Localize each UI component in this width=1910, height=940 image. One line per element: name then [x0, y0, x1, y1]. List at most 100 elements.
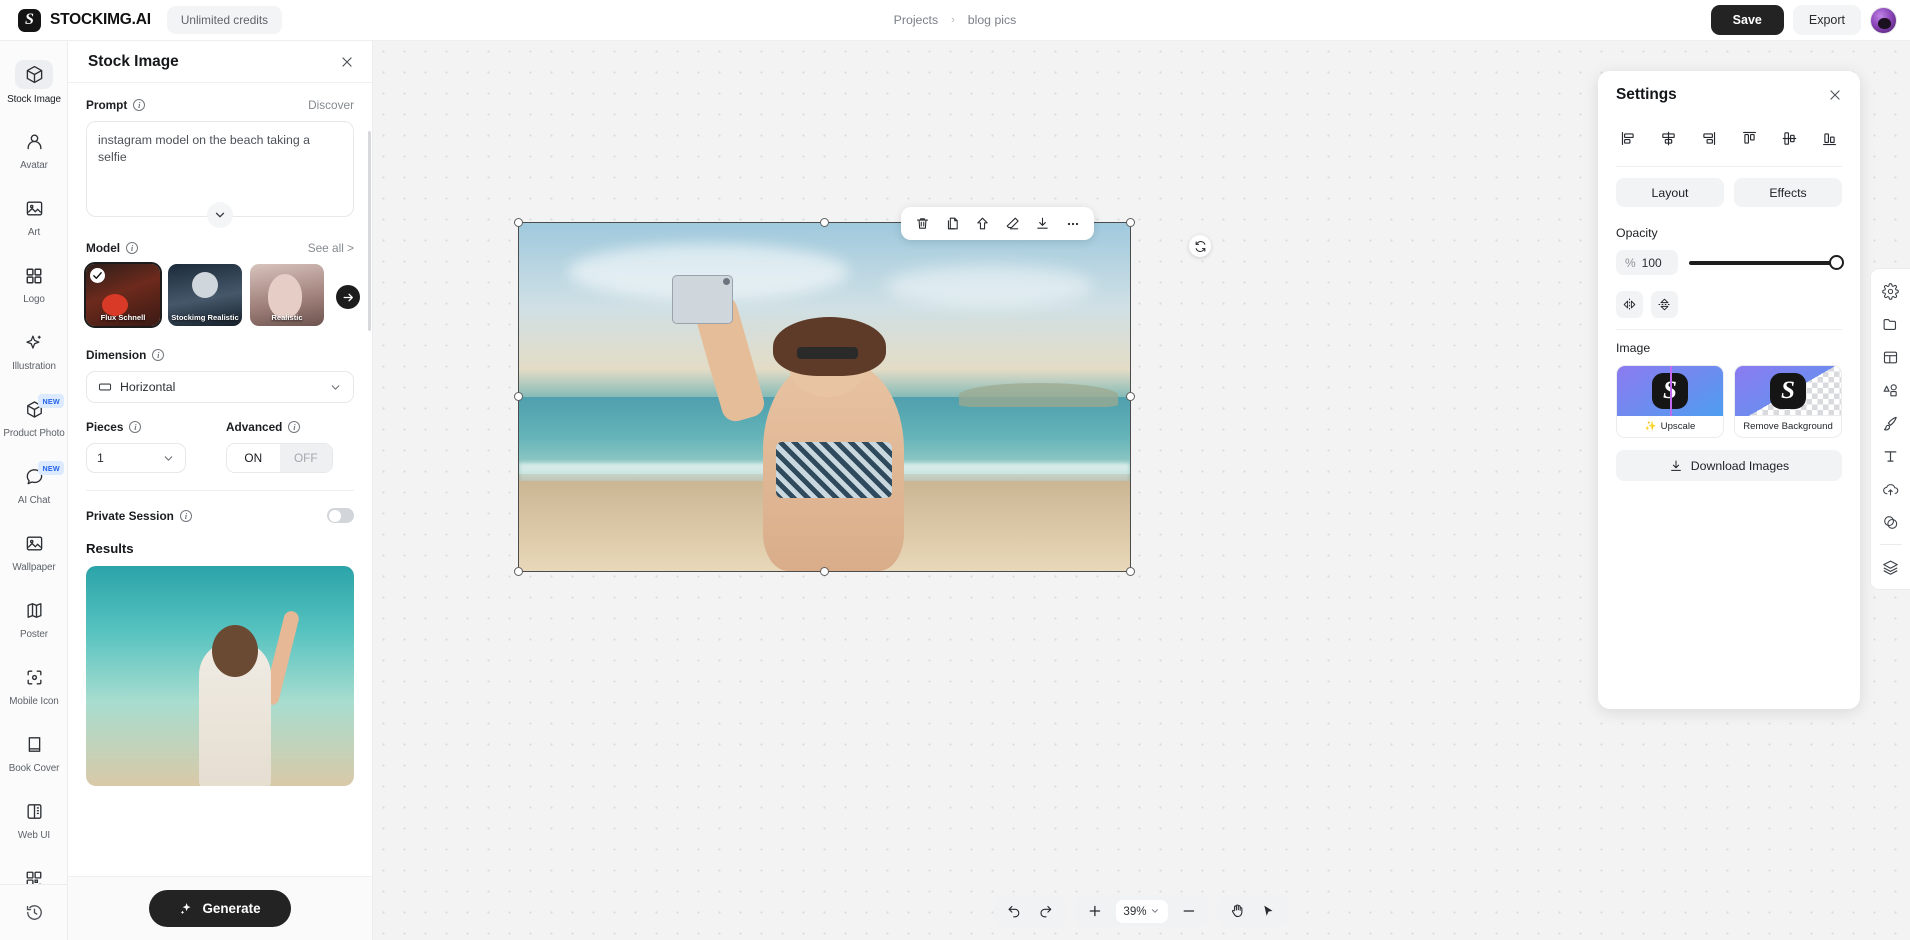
layout-tool-button[interactable] — [1876, 342, 1906, 372]
delete-button[interactable] — [909, 210, 936, 237]
brush-tool-button[interactable] — [1876, 408, 1906, 438]
prompt-input[interactable]: instagram model on the beach taking a se… — [86, 121, 354, 228]
zoom-level-dropdown[interactable]: 39% — [1115, 899, 1168, 923]
settings-tool-button[interactable] — [1876, 276, 1906, 306]
redo-icon — [1038, 904, 1053, 919]
advanced-off-option[interactable]: OFF — [279, 444, 332, 472]
rotate-handle[interactable] — [1189, 235, 1211, 257]
save-button[interactable]: Save — [1710, 5, 1784, 35]
align-center-horizontal-button[interactable] — [1656, 126, 1680, 150]
align-top-button[interactable] — [1737, 126, 1761, 150]
close-icon[interactable] — [340, 55, 354, 69]
top-bar: S STOCKIMG.AI Unlimited credits Projects… — [0, 0, 1910, 41]
sidebar-item-book-cover[interactable]: Book Cover — [0, 719, 67, 786]
discover-link[interactable]: Discover — [308, 98, 354, 112]
sidebar-item-poster[interactable]: Poster — [0, 585, 67, 652]
sidebar-item-avatar[interactable]: Avatar — [0, 116, 67, 183]
image-art — [775, 442, 892, 498]
private-session-toggle[interactable] — [327, 508, 354, 523]
model-card-realistic[interactable]: Realistic — [250, 264, 324, 326]
panel-scrollbar[interactable] — [368, 131, 371, 331]
pieces-advanced-row: Pieces i 1 Advanced i ON OFF — [86, 420, 354, 473]
gear-icon — [1882, 282, 1899, 300]
remove-background-card[interactable]: S Remove Background — [1734, 365, 1842, 438]
model-card-flux-schnell[interactable]: Flux Schnell — [84, 262, 162, 328]
breadcrumb-current[interactable]: blog pics — [968, 13, 1017, 27]
resize-handle-bottom-right[interactable] — [1126, 567, 1135, 576]
see-all-models-link[interactable]: See all > — [308, 241, 354, 255]
flip-vertical-button[interactable] — [1651, 291, 1678, 318]
sidebar-item-art[interactable]: Art — [0, 183, 67, 250]
resize-handle-middle-left[interactable] — [514, 392, 523, 401]
info-icon[interactable]: i — [288, 421, 301, 433]
zoom-out-button[interactable] — [1175, 898, 1203, 924]
download-button[interactable] — [1029, 210, 1056, 237]
folder-tool-button[interactable] — [1876, 309, 1906, 339]
download-icon — [1669, 459, 1683, 473]
history-button[interactable] — [0, 884, 67, 940]
dimension-select[interactable]: Horizontal — [86, 371, 354, 403]
opacity-input[interactable]: % 100 — [1616, 250, 1678, 275]
sidebar-item-wallpaper[interactable]: Wallpaper — [0, 518, 67, 585]
align-right-button[interactable] — [1697, 126, 1721, 150]
resize-handle-top-center[interactable] — [819, 218, 829, 227]
opacity-slider[interactable] — [1689, 254, 1844, 272]
text-tool-button[interactable] — [1876, 441, 1906, 471]
resize-handle-top-left[interactable] — [514, 218, 523, 227]
info-icon[interactable]: i — [152, 349, 165, 361]
shapes-tool-button[interactable] — [1876, 375, 1906, 405]
sidebar-item-ai-chat[interactable]: NEW AI Chat — [0, 451, 67, 518]
tab-effects[interactable]: Effects — [1734, 178, 1842, 207]
expand-prompt-button[interactable] — [207, 202, 233, 228]
pieces-select[interactable]: 1 — [86, 443, 186, 473]
advanced-on-option[interactable]: ON — [227, 444, 280, 472]
resize-handle-bottom-left[interactable] — [514, 567, 523, 576]
image-icon — [17, 531, 51, 557]
download-images-button[interactable]: Download Images — [1616, 450, 1842, 481]
align-left-button[interactable] — [1616, 126, 1640, 150]
stickers-tool-button[interactable] — [1876, 507, 1906, 537]
opacity-control: % 100 — [1616, 250, 1844, 275]
undo-button[interactable] — [1000, 898, 1028, 924]
flip-horizontal-button[interactable] — [1616, 291, 1643, 318]
sidebar-item-product-photo[interactable]: NEW Product Photo — [0, 384, 67, 451]
sidebar-item-illustration[interactable]: Illustration — [0, 317, 67, 384]
redo-button[interactable] — [1031, 898, 1059, 924]
layers-tool-button[interactable] — [1876, 552, 1906, 582]
upload-tool-button[interactable] — [1876, 474, 1906, 504]
sidebar-item-mobile-icon[interactable]: Mobile Icon — [0, 652, 67, 719]
resize-handle-top-right[interactable] — [1126, 218, 1135, 227]
brand-logo[interactable]: S STOCKIMG.AI — [18, 8, 151, 32]
arrow-right-icon[interactable] — [336, 285, 360, 309]
credits-badge[interactable]: Unlimited credits — [166, 6, 283, 34]
upscale-card[interactable]: S ✨ Upscale — [1616, 365, 1724, 438]
export-button[interactable]: Export — [1792, 5, 1861, 35]
tab-layout[interactable]: Layout — [1616, 178, 1724, 207]
close-icon[interactable] — [1828, 88, 1842, 102]
generate-button[interactable]: Generate — [149, 890, 291, 927]
align-middle-vertical-button[interactable] — [1778, 126, 1802, 150]
more-options-button[interactable] — [1059, 210, 1086, 237]
avatar[interactable] — [1870, 6, 1897, 34]
slider-knob[interactable] — [1829, 254, 1844, 270]
align-bottom-button[interactable] — [1818, 126, 1842, 150]
resize-handle-bottom-center[interactable] — [819, 567, 829, 576]
info-icon[interactable]: i — [129, 421, 142, 433]
eraser-button[interactable] — [999, 210, 1026, 237]
result-thumbnail[interactable] — [86, 566, 354, 786]
selected-image-object[interactable] — [514, 218, 1135, 576]
sidebar-item-web-ui[interactable]: Web UI — [0, 786, 67, 853]
sidebar-item-logo[interactable]: Logo — [0, 250, 67, 317]
duplicate-button[interactable] — [939, 210, 966, 237]
info-icon[interactable]: i — [133, 99, 146, 111]
info-icon[interactable]: i — [179, 509, 192, 522]
zoom-in-button[interactable] — [1080, 898, 1108, 924]
breadcrumb-projects[interactable]: Projects — [894, 13, 938, 27]
hand-tool-button[interactable] — [1224, 898, 1252, 924]
model-card-stockimg-realistic[interactable]: Stockimg Realistic — [168, 264, 242, 326]
bring-forward-button[interactable] — [969, 210, 996, 237]
sidebar-item-stock-image[interactable]: Stock Image — [0, 49, 67, 116]
select-tool-button[interactable] — [1255, 898, 1283, 924]
resize-handle-middle-right[interactable] — [1126, 392, 1135, 401]
info-icon[interactable]: i — [126, 242, 139, 254]
